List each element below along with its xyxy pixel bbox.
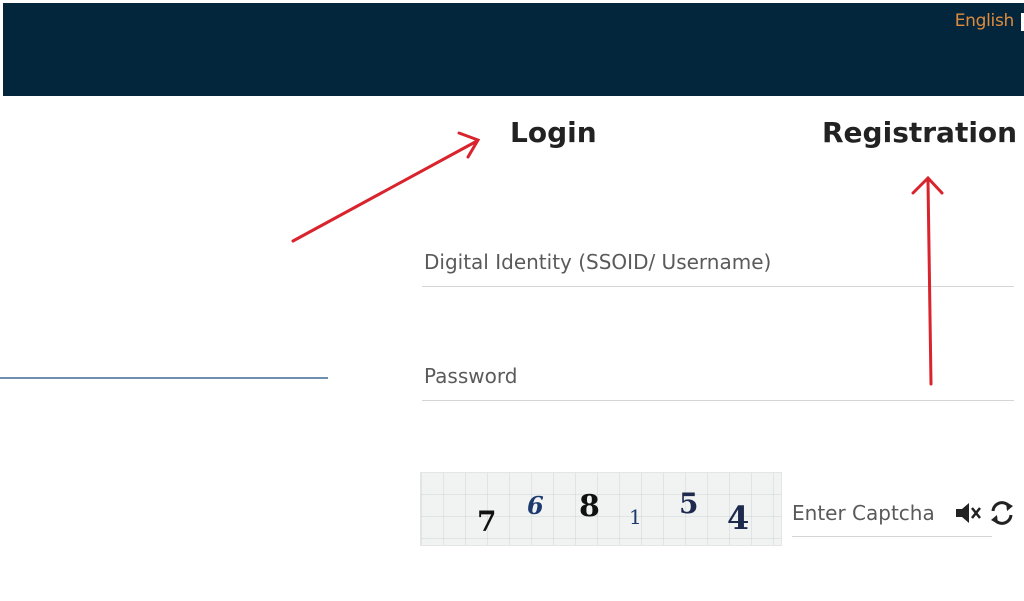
arrow-to-login-icon (291, 131, 481, 243)
annotation-arrows (291, 131, 944, 386)
arrow-to-registration-icon (911, 175, 944, 386)
